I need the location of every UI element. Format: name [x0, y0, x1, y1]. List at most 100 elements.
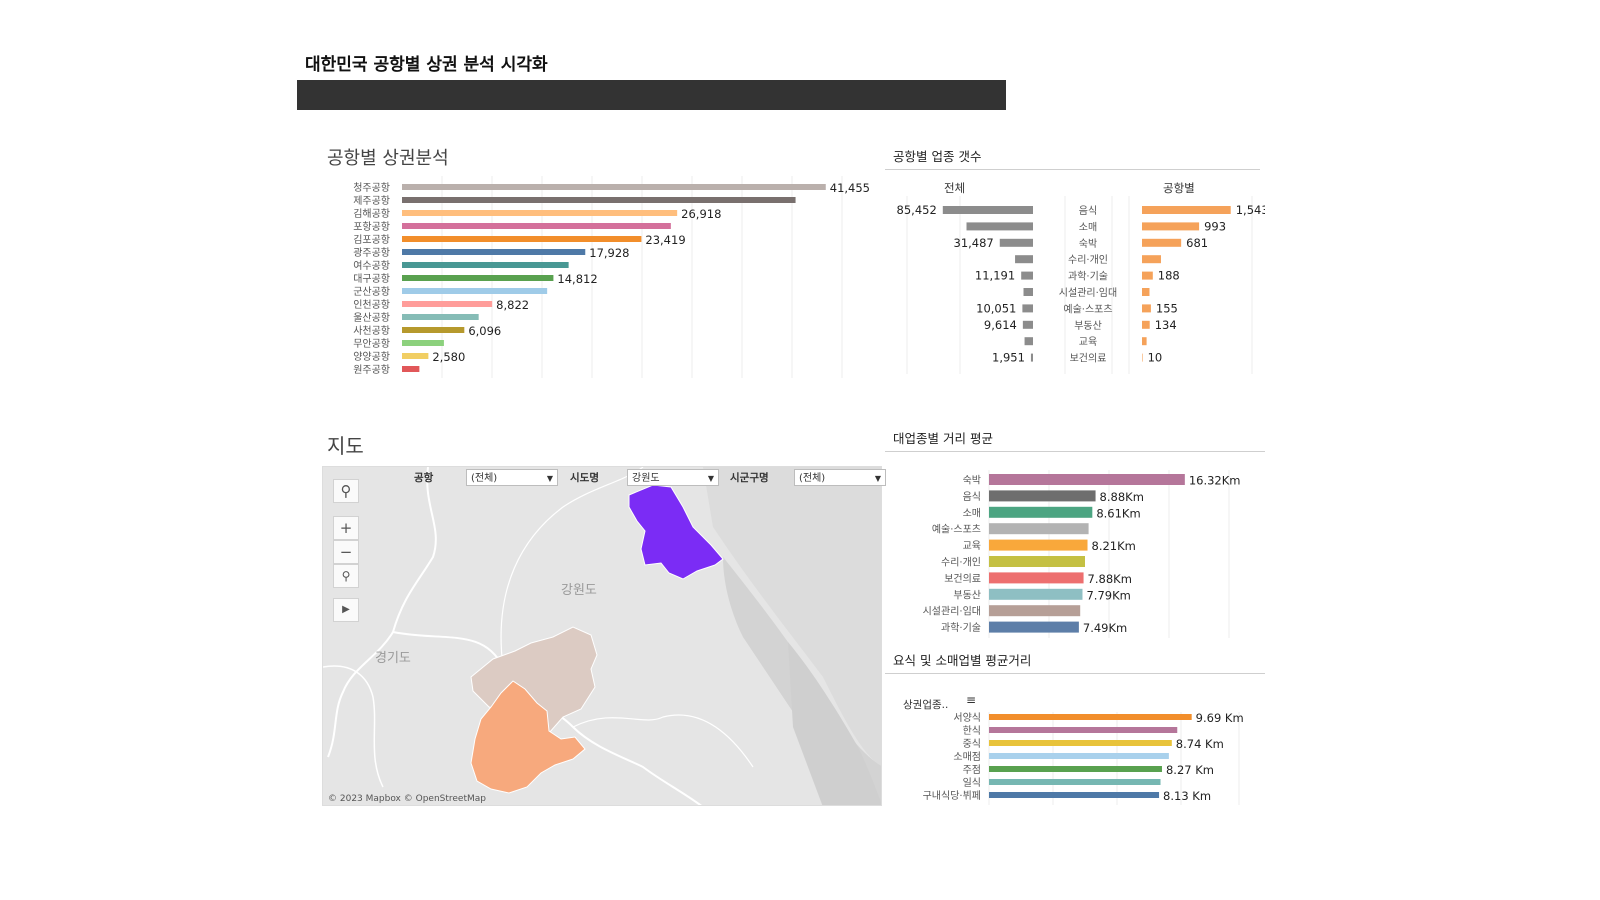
category-label: 숙박 [963, 475, 981, 487]
bar [402, 262, 569, 268]
distance-chart-title: 대업종별 거리 평균 [893, 431, 993, 446]
airport-bar [1142, 271, 1153, 280]
bar [402, 184, 826, 190]
category-label: 소매 [1079, 221, 1097, 233]
category-label: 중식 [963, 738, 981, 750]
divider [885, 673, 1265, 674]
airport-bar [1142, 288, 1150, 296]
region-label-gyeonggi: 경기도 [375, 651, 411, 666]
airport-chart-title: 공항별 상권분석 [327, 148, 449, 169]
bar [402, 327, 465, 333]
total-bar [966, 222, 1033, 231]
map-attribution[interactable]: © 2023 Mapbox © OpenStreetMap [328, 794, 486, 804]
bar [402, 340, 444, 346]
value-label: 8.88Km [1100, 490, 1144, 504]
category-label: 포항공항 [353, 221, 390, 233]
distance-bar-chart: 숙박 16.32Km 음식 8.88Km 소매 8.61Km 예술·스포츠교육 8.21Km 수… [923, 470, 1241, 638]
filter-airport-select[interactable]: (전체) ▼ [466, 469, 558, 486]
bar [989, 727, 1178, 733]
bar [989, 523, 1089, 535]
airport-bar [1142, 337, 1147, 346]
bar [402, 353, 429, 359]
value-label: 8.21Km [1092, 539, 1136, 553]
category-label: 군산공항 [353, 286, 390, 298]
airport-bar [1142, 304, 1151, 313]
airport-value-label: 155 [1156, 301, 1178, 315]
value-label: 8.61Km [1096, 506, 1140, 520]
map-view[interactable]: 강원도 경기도 [322, 466, 882, 806]
zoom-out-icon[interactable]: − [333, 540, 359, 564]
bar [402, 249, 586, 255]
total-bar [1030, 353, 1033, 362]
total-bar [999, 238, 1033, 247]
value-label: 8.13 Km [1163, 789, 1211, 803]
filter-label-airport: 공항 [414, 472, 434, 484]
bar [989, 605, 1081, 617]
category-label: 일식 [963, 777, 981, 789]
airport-value-label: 10 [1148, 351, 1163, 365]
category-label: 음식 [1079, 205, 1097, 217]
category-label: 구내식당·뷔페 [923, 790, 981, 802]
category-label: 청주공항 [353, 182, 390, 194]
airport-value-label: 681 [1186, 236, 1208, 250]
category-label: 인천공항 [353, 299, 390, 311]
map-section-title: 지도 [327, 434, 364, 458]
total-value-label: 85,452 [897, 203, 937, 217]
category-label: 시설관리·임대 [923, 605, 981, 618]
category-label: 시설관리·임대 [1059, 286, 1117, 299]
bar [402, 223, 671, 229]
pin-icon[interactable]: ⚲ [333, 564, 359, 588]
total-bar [1022, 320, 1033, 329]
industry-count-title: 공항별 업종 갯수 [893, 149, 982, 164]
bar [989, 621, 1079, 633]
zoom-in-icon[interactable]: + [333, 516, 359, 540]
filter-airport-value: (전체) [471, 473, 498, 484]
chevron-down-icon: ▼ [546, 474, 553, 483]
airport-value-label: 1,543 [1236, 203, 1265, 217]
search-icon[interactable]: ⚲ [333, 479, 359, 503]
title-banner [297, 80, 1006, 110]
divider [885, 169, 1260, 170]
value-label: 9.69 Km [1196, 712, 1244, 725]
value-label: 8.27 Km [1166, 763, 1214, 777]
value-label: 7.88Km [1088, 572, 1132, 586]
total-bar [1015, 255, 1033, 264]
filter-sigungu-select[interactable]: (전체) ▼ [794, 469, 886, 486]
value-label: 7.49Km [1083, 621, 1127, 635]
airport-column-header: 공항별 [1163, 181, 1195, 195]
category-label: 숙박 [1079, 238, 1097, 250]
category-label: 김해공항 [353, 207, 390, 220]
category-label: 사천공항 [353, 325, 390, 337]
airport-bar [1142, 255, 1161, 264]
bar [989, 588, 1083, 600]
value-label: 41,455 [830, 181, 870, 195]
category-label: 예술·스포츠 [932, 524, 981, 536]
airport-bar-chart: 청주공항 41,455 제주공항김해공항 26,918 포항공항김포공항 23,419 광주… [353, 176, 870, 378]
bar [989, 740, 1172, 746]
bar [989, 714, 1192, 720]
chevron-down-icon: ▼ [874, 474, 881, 483]
category-label: 교육 [1079, 336, 1097, 348]
category-label: 광주공항 [353, 247, 390, 259]
bar [402, 197, 796, 203]
category-label: 예술·스포츠 [1063, 303, 1112, 315]
play-icon[interactable]: ▶ [333, 598, 359, 622]
category-label: 부동산 [953, 589, 981, 601]
value-label: 26,918 [681, 207, 721, 221]
sort-icon[interactable]: ≡ [966, 693, 976, 707]
category-label: 보건의료 [1070, 353, 1107, 365]
category-label: 무안공항 [353, 338, 390, 350]
filter-label-sido: 시도명 [570, 472, 599, 484]
airport-bar [1142, 320, 1150, 329]
total-value-label: 1,951 [992, 351, 1025, 365]
category-label: 소매점 [953, 751, 981, 763]
bar [402, 288, 548, 294]
bar [989, 766, 1162, 772]
filter-sido-select[interactable]: 강원도 ▼ [627, 469, 719, 486]
total-value-label: 31,487 [954, 236, 994, 250]
category-label: 서양식 [953, 712, 981, 724]
airport-bar [1142, 222, 1200, 231]
food-retail-bar-chart: 서양식 9.69 Km 한식중식 8.74 Km 소매점주점 8.27 Km 일식구내식당·… [923, 712, 1244, 805]
airport-value-label: 134 [1155, 318, 1177, 332]
category-label: 수리·개인 [1068, 254, 1108, 266]
